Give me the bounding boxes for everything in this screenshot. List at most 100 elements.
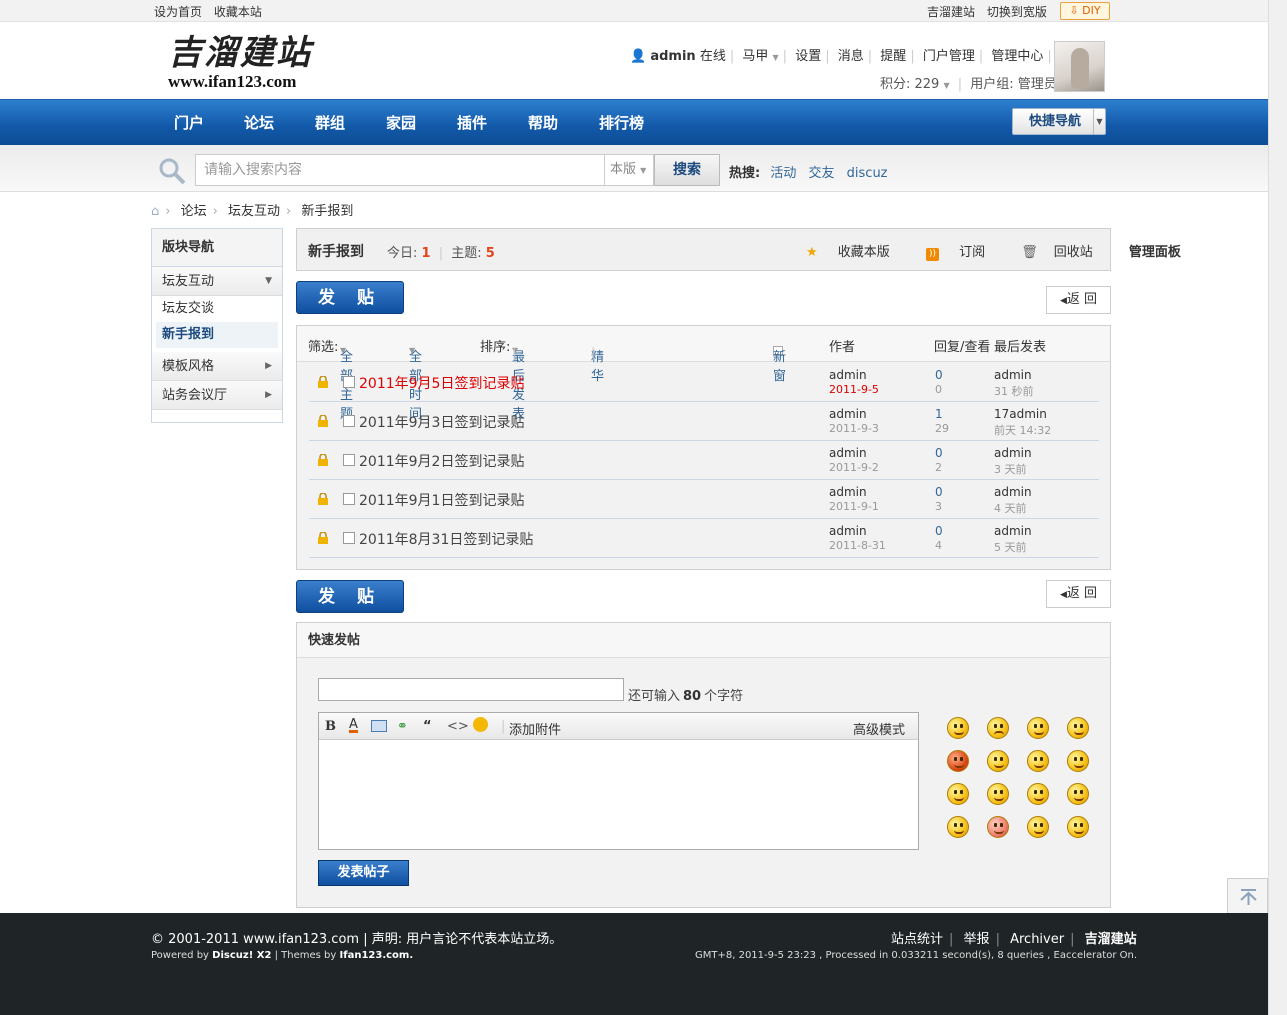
thread-checkbox[interactable] bbox=[343, 376, 355, 388]
smiley-sad-icon[interactable] bbox=[987, 717, 1009, 739]
settings-link[interactable]: 设置 bbox=[795, 49, 821, 64]
quick-nav-button[interactable]: 快捷导航 ▼ bbox=[1012, 108, 1106, 135]
sidebar-item-chat[interactable]: 坛友交谈 bbox=[152, 296, 282, 322]
back-button[interactable]: ◀返 回 bbox=[1046, 286, 1111, 314]
smiley-laugh-icon[interactable] bbox=[1027, 783, 1049, 805]
admin-center-link[interactable]: 管理中心 bbox=[991, 49, 1043, 64]
thread-title[interactable]: 2011年9月1日签到记录贴 bbox=[359, 490, 524, 510]
thread-author[interactable]: admin bbox=[829, 446, 867, 460]
smiley-think-icon[interactable] bbox=[1067, 816, 1089, 838]
footer-site-link[interactable]: 吉溜建站 bbox=[1085, 932, 1137, 947]
nav-item-portal[interactable]: 门户 bbox=[174, 112, 204, 133]
breadcrumb-current[interactable]: 新手报到 bbox=[301, 204, 353, 219]
submit-post-button[interactable]: 发表帖子 bbox=[318, 860, 409, 886]
manage-panel-link[interactable]: 管理面板 bbox=[1129, 245, 1181, 260]
recycle-link[interactable]: 🗑 回收站 bbox=[1021, 245, 1109, 260]
last-post-time[interactable]: 5 天前 bbox=[994, 539, 1027, 555]
bold-icon[interactable]: B bbox=[325, 719, 336, 734]
bookmark-link[interactable]: 收藏本站 bbox=[214, 5, 262, 19]
smiley-sweat-icon[interactable] bbox=[1027, 816, 1049, 838]
table-row[interactable]: 2011年9月2日签到记录贴 admin 2011-9-2 0 2 admin … bbox=[309, 441, 1099, 480]
post-button[interactable]: 发 贴 bbox=[296, 580, 404, 613]
thread-checkbox[interactable] bbox=[343, 493, 355, 505]
thread-title[interactable]: 2011年8月31日签到记录贴 bbox=[359, 529, 533, 549]
last-poster[interactable]: 17admin bbox=[994, 407, 1047, 421]
smiley-shy-icon[interactable] bbox=[947, 783, 969, 805]
quick-post-editor[interactable]: B A ⚭ “ <> | 添加附件 高级模式 bbox=[318, 712, 919, 850]
thread-title[interactable]: 2011年9月5日签到记录贴 bbox=[359, 373, 524, 393]
nav-item-group[interactable]: 群组 bbox=[315, 112, 345, 133]
search-button[interactable]: 搜索 bbox=[654, 154, 720, 186]
smiley-tongue-icon[interactable] bbox=[1027, 750, 1049, 772]
scrollbar[interactable] bbox=[1268, 0, 1287, 1015]
search-scope-select[interactable]: 本版 ▼ bbox=[604, 154, 654, 186]
thread-replies[interactable]: 0 bbox=[935, 524, 943, 538]
last-poster[interactable]: admin bbox=[994, 446, 1032, 460]
username-link[interactable]: admin bbox=[650, 49, 695, 64]
last-poster[interactable]: admin bbox=[994, 368, 1032, 382]
switch-wide-link[interactable]: 切换到宽版 bbox=[987, 5, 1047, 19]
smiley-happy-icon[interactable] bbox=[947, 816, 969, 838]
table-row[interactable]: 2011年9月5日签到记录贴 admin 2011-9-5 0 0 admin … bbox=[309, 363, 1099, 402]
last-poster[interactable]: admin bbox=[994, 485, 1032, 499]
smiley-smile-icon[interactable] bbox=[947, 717, 969, 739]
smiley-love-icon[interactable] bbox=[1067, 750, 1089, 772]
favorite-board-link[interactable]: ★ 收藏本版 bbox=[806, 245, 906, 260]
quick-post-title-input[interactable] bbox=[318, 678, 624, 701]
footer-stats-link[interactable]: 站点统计 bbox=[891, 932, 943, 947]
thread-replies[interactable]: 0 bbox=[935, 368, 943, 382]
thread-title[interactable]: 2011年9月3日签到记录贴 bbox=[359, 412, 524, 432]
portal-manage-link[interactable]: 门户管理 bbox=[923, 49, 975, 64]
footer-report-link[interactable]: 举报 bbox=[964, 932, 990, 947]
post-button[interactable]: 发 贴 bbox=[296, 281, 404, 314]
thread-author[interactable]: admin bbox=[829, 407, 867, 421]
thread-author[interactable]: admin bbox=[829, 485, 867, 499]
smiley-icon[interactable] bbox=[473, 717, 488, 732]
sidebar-group-interact[interactable]: 坛友互动 ▼ bbox=[152, 267, 282, 296]
font-color-icon[interactable]: A bbox=[349, 718, 358, 733]
nav-item-forum[interactable]: 论坛 bbox=[244, 112, 274, 154]
nav-item-home[interactable]: 家园 bbox=[386, 112, 416, 133]
back-to-top-button[interactable] bbox=[1227, 878, 1268, 914]
table-row[interactable]: 2011年9月1日签到记录贴 admin 2011-9-1 0 3 admin … bbox=[309, 480, 1099, 519]
thread-checkbox[interactable] bbox=[343, 532, 355, 544]
points-menu[interactable]: 积分: 229 bbox=[880, 77, 939, 92]
themes-link[interactable]: Ifan123.com. bbox=[340, 950, 414, 961]
nav-item-help[interactable]: 帮助 bbox=[528, 112, 558, 133]
sidebar-group-meeting[interactable]: 站务会议厅 ▶ bbox=[152, 381, 282, 410]
back-button[interactable]: ◀返 回 bbox=[1046, 580, 1111, 608]
table-row[interactable]: 2011年9月3日签到记录贴 admin 2011-9-3 1 29 17adm… bbox=[309, 402, 1099, 441]
code-icon[interactable]: <> bbox=[447, 719, 469, 734]
home-icon[interactable]: ⌂ bbox=[151, 204, 159, 219]
reminders-link[interactable]: 提醒 bbox=[880, 49, 906, 64]
smiley-cry-icon[interactable] bbox=[1067, 717, 1089, 739]
quote-icon[interactable]: “ bbox=[423, 719, 432, 734]
smiley-teeth-icon[interactable] bbox=[1067, 783, 1089, 805]
smiley-shock-icon[interactable] bbox=[987, 816, 1009, 838]
site-logo[interactable]: 吉溜建站 www.ifan123.com bbox=[168, 33, 316, 93]
image-icon[interactable] bbox=[371, 720, 387, 732]
sidebar-item-newbie[interactable]: 新手报到 bbox=[156, 322, 278, 348]
hot-search-link[interactable]: 交友 bbox=[809, 166, 835, 181]
discuz-link[interactable]: Discuz! X2 bbox=[212, 950, 271, 961]
last-poster[interactable]: admin bbox=[994, 524, 1032, 538]
last-post-time[interactable]: 4 天前 bbox=[994, 500, 1027, 516]
breadcrumb-forum[interactable]: 论坛 bbox=[181, 204, 207, 219]
smiley-confused-icon[interactable] bbox=[987, 750, 1009, 772]
breadcrumb-board[interactable]: 坛友互动 bbox=[228, 204, 280, 219]
advanced-mode-link[interactable]: 高级模式 bbox=[853, 719, 905, 738]
thread-checkbox[interactable] bbox=[343, 454, 355, 466]
majia-menu[interactable]: 马甲 ▼ bbox=[742, 49, 778, 64]
add-attachment-link[interactable]: 添加附件 bbox=[509, 719, 561, 738]
table-row[interactable]: 2011年8月31日签到记录贴 admin 2011-8-31 0 4 admi… bbox=[309, 519, 1099, 558]
smiley-grin-icon[interactable] bbox=[1027, 717, 1049, 739]
thread-replies[interactable]: 0 bbox=[935, 446, 943, 460]
site-name-link[interactable]: 吉溜建站 bbox=[927, 5, 975, 19]
hot-search-link[interactable]: discuz bbox=[847, 166, 888, 181]
diy-button[interactable]: ⇩ DIY bbox=[1060, 2, 1110, 20]
thread-replies[interactable]: 0 bbox=[935, 485, 943, 499]
search-input[interactable]: 请输入搜索内容 bbox=[195, 154, 605, 186]
thread-replies[interactable]: 1 bbox=[935, 407, 943, 421]
thread-author[interactable]: admin bbox=[829, 368, 867, 382]
last-post-time[interactable]: 31 秒前 bbox=[994, 383, 1034, 399]
